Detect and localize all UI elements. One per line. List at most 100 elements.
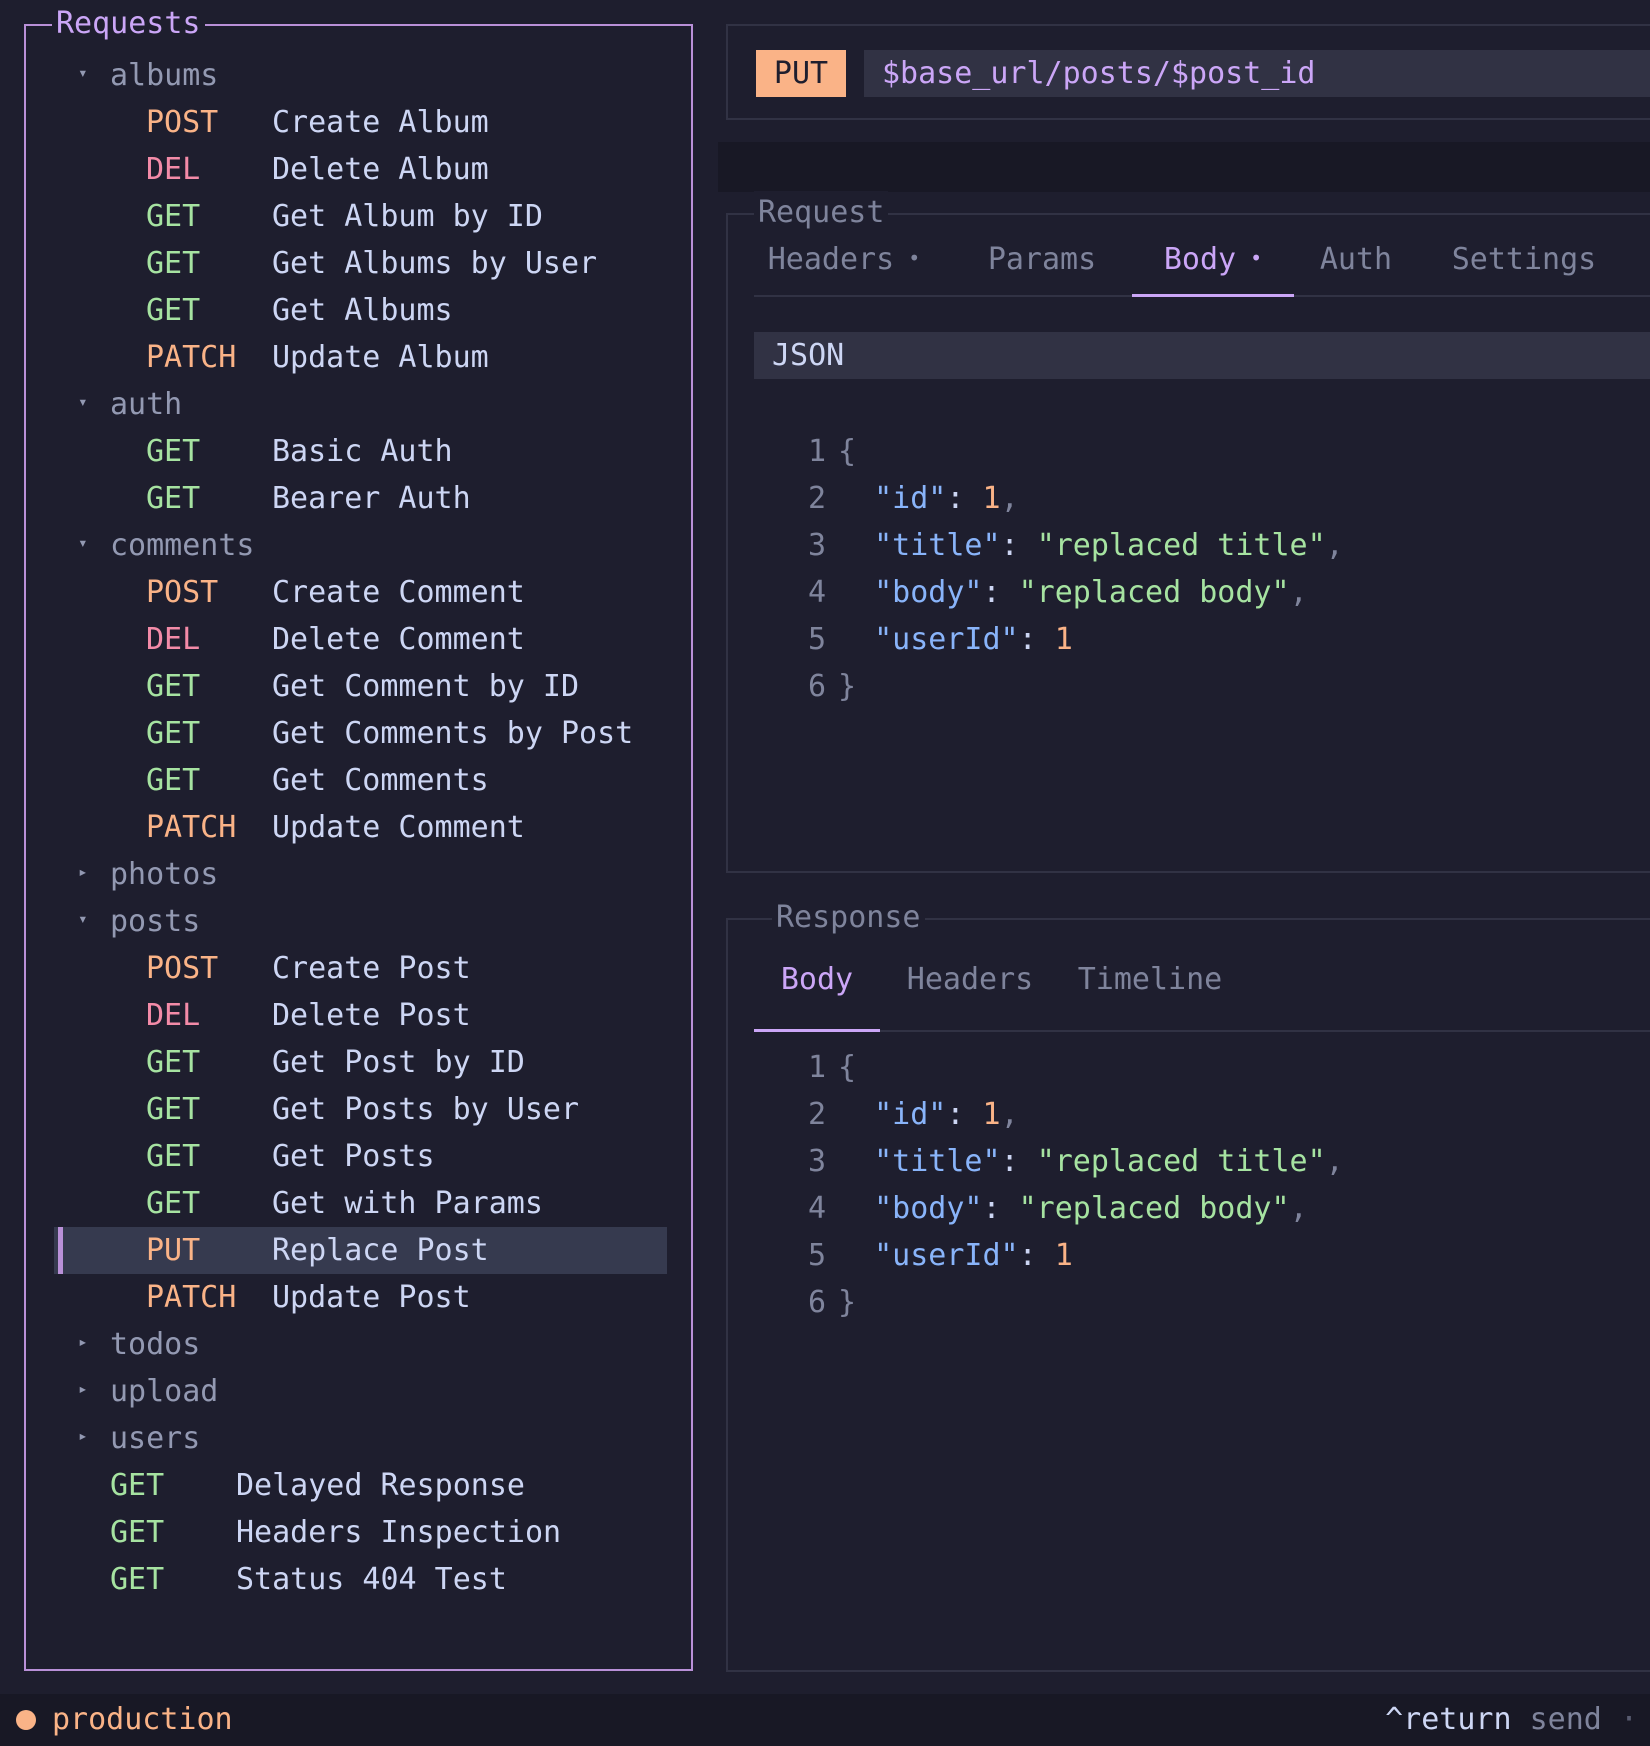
request-item[interactable]: GET Bearer Auth xyxy=(26,475,691,522)
response-panel-title: Response xyxy=(772,896,925,940)
method-label: GET xyxy=(146,481,201,516)
method-label: GET xyxy=(146,1092,201,1127)
code-line: 1{ xyxy=(754,1044,1650,1091)
code-content: "body": "replaced body", xyxy=(874,575,1308,610)
request-item[interactable]: GET Get Comments by Post xyxy=(26,710,691,757)
environment-selector[interactable]: production xyxy=(52,1694,233,1746)
code-line: 3 "title": "replaced title", xyxy=(754,522,1650,569)
tab-headers[interactable]: Headers • xyxy=(754,235,934,295)
line-number: 3 xyxy=(807,528,826,563)
tab-label: Body xyxy=(780,962,854,997)
tab-settings[interactable]: Settings xyxy=(1434,235,1614,295)
url-bar: PUT $base_url/posts/$post_id xyxy=(726,24,1650,120)
method-label: GET xyxy=(146,763,201,798)
folder-posts[interactable]: ▾ posts xyxy=(26,898,691,945)
code-line: 6} xyxy=(754,1279,1650,1326)
line-number: 6 xyxy=(807,669,826,704)
tab-body[interactable]: Body • xyxy=(1132,235,1294,297)
request-name: Create Album xyxy=(272,105,489,140)
body-type-select[interactable]: JSON xyxy=(754,332,1650,379)
folder-auth[interactable]: ▾ auth xyxy=(26,381,691,428)
request-item[interactable]: POST Create Post xyxy=(26,945,691,992)
request-item[interactable]: GET Get Albums xyxy=(26,287,691,334)
folder-todos[interactable]: ▸ todos xyxy=(26,1321,691,1368)
modified-dot-icon: • xyxy=(1250,245,1263,270)
tab-params[interactable]: Params xyxy=(970,235,1114,295)
request-panel-title: Request xyxy=(754,191,889,235)
method-label: PUT xyxy=(146,1233,201,1268)
request-name: Create Comment xyxy=(272,575,525,610)
request-item[interactable]: GET Headers Inspection xyxy=(26,1509,691,1556)
request-item[interactable]: DEL Delete Post xyxy=(26,992,691,1039)
url-input[interactable]: $base_url/posts/$post_id xyxy=(864,50,1650,97)
code-line: 2 "id": 1, xyxy=(754,475,1650,522)
folder-users[interactable]: ▸ users xyxy=(26,1415,691,1462)
request-item[interactable]: GET Get Posts xyxy=(26,1133,691,1180)
request-item[interactable]: GET Status 404 Test xyxy=(26,1556,691,1603)
folder-comments[interactable]: ▾ comments xyxy=(26,522,691,569)
requests-panel-title: Requests xyxy=(52,2,205,46)
line-number: 2 xyxy=(807,1097,826,1132)
method-label: DEL xyxy=(146,152,201,187)
request-item[interactable]: GET Get with Params xyxy=(26,1180,691,1227)
request-name: Get Posts by User xyxy=(272,1092,580,1127)
line-number: 5 xyxy=(807,622,826,657)
caret-right-icon: ▸ xyxy=(78,1379,88,1398)
panel-divider xyxy=(718,142,1650,192)
request-item[interactable]: GET Get Albums by User xyxy=(26,240,691,287)
request-name: Get Albums by User xyxy=(272,246,598,281)
code-content: "userId": 1 xyxy=(874,622,1073,657)
method-select[interactable]: PUT xyxy=(756,50,846,97)
tab-auth[interactable]: Auth xyxy=(1300,235,1412,295)
tab-headers[interactable]: Headers xyxy=(880,950,1060,1030)
request-item[interactable]: DEL Delete Comment xyxy=(26,616,691,663)
method-label: GET xyxy=(146,434,201,469)
request-item[interactable]: GET Get Album by ID xyxy=(26,193,691,240)
tab-timeline[interactable]: Timeline xyxy=(1060,950,1240,1030)
line-number: 4 xyxy=(807,1191,826,1226)
request-name: Create Post xyxy=(272,951,471,986)
request-name: Update Post xyxy=(272,1280,471,1315)
tab-body[interactable]: Body xyxy=(754,950,880,1032)
response-body-viewer[interactable]: 1{2 "id": 1, 3 "title": "replaced title",… xyxy=(754,1044,1650,1326)
request-name: Get Comments xyxy=(272,763,489,798)
request-item[interactable]: GET Get Post by ID xyxy=(26,1039,691,1086)
tab-label: Body xyxy=(1163,242,1237,277)
request-name: Bearer Auth xyxy=(272,481,471,516)
modified-dot-icon: • xyxy=(908,245,921,270)
folder-photos[interactable]: ▸ photos xyxy=(26,851,691,898)
method-label: POST xyxy=(146,951,219,986)
request-name: Delete Comment xyxy=(272,622,525,657)
request-item[interactable]: GET Get Comment by ID xyxy=(26,663,691,710)
request-item[interactable]: PATCH Update Comment xyxy=(26,804,691,851)
request-name: Get with Params xyxy=(272,1186,543,1221)
request-name: Get Album by ID xyxy=(272,199,543,234)
request-name: Get Posts xyxy=(272,1139,435,1174)
code-line: 6} xyxy=(754,663,1650,710)
request-item[interactable]: GET Basic Auth xyxy=(26,428,691,475)
request-item[interactable]: GET Get Posts by User xyxy=(26,1086,691,1133)
request-item[interactable]: PATCH Update Post xyxy=(26,1274,691,1321)
caret-down-icon: ▾ xyxy=(78,533,88,552)
code-line: 3 "title": "replaced title", xyxy=(754,1138,1650,1185)
line-number: 6 xyxy=(807,1285,826,1320)
request-item[interactable]: PATCH Update Album xyxy=(26,334,691,381)
request-body-editor[interactable]: 1{2 "id": 1, 3 "title": "replaced title",… xyxy=(754,428,1650,710)
request-item[interactable]: GET Get Comments xyxy=(26,757,691,804)
code-content: "userId": 1 xyxy=(874,1238,1073,1273)
request-name: Delayed Response xyxy=(236,1468,525,1503)
request-item[interactable]: POST Create Album xyxy=(26,99,691,146)
tab-label: Timeline xyxy=(1077,962,1223,997)
request-item[interactable]: GET Delayed Response xyxy=(26,1462,691,1509)
request-item[interactable]: POST Create Comment xyxy=(26,569,691,616)
request-name: Delete Post xyxy=(272,998,471,1033)
request-panel: Request Headers • Params Body • Auth Settings … xyxy=(726,191,1650,873)
code-content: { xyxy=(838,1050,857,1085)
folder-albums[interactable]: ▾ albums xyxy=(26,52,691,99)
request-item[interactable]: DEL Delete Album xyxy=(26,146,691,193)
request-item[interactable]: PUT Replace Post xyxy=(54,1227,667,1274)
line-number: 5 xyxy=(807,1238,826,1273)
line-number: 2 xyxy=(807,481,826,516)
folder-upload[interactable]: ▸ upload xyxy=(26,1368,691,1415)
folder-label: posts xyxy=(110,904,201,939)
